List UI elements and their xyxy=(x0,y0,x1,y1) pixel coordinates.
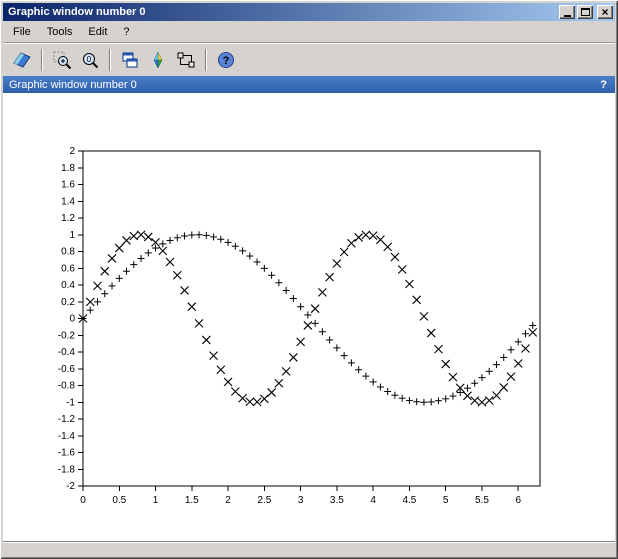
toolbar-separator xyxy=(205,49,207,71)
svg-text:-2: -2 xyxy=(66,481,75,492)
title-bar[interactable]: Graphic window number 0 × xyxy=(3,3,615,21)
infobar-title: Graphic window number 0 xyxy=(9,79,600,91)
infobar-help-button[interactable]: ? xyxy=(600,79,607,91)
toolbar-separator xyxy=(41,49,43,71)
window-title: Graphic window number 0 xyxy=(8,6,557,18)
help-icon: ? xyxy=(216,50,236,70)
svg-text:-1.4: -1.4 xyxy=(58,431,76,442)
svg-text:3: 3 xyxy=(298,495,304,506)
svg-text:0.4: 0.4 xyxy=(61,280,75,291)
svg-text:4: 4 xyxy=(370,495,376,506)
svg-text:1.5: 1.5 xyxy=(185,495,199,506)
svg-text:-0.2: -0.2 xyxy=(58,330,76,341)
svg-text:4.5: 4.5 xyxy=(402,495,416,506)
rotation-button[interactable] xyxy=(144,46,172,74)
maximize-button[interactable] xyxy=(577,5,593,19)
ged-button[interactable] xyxy=(172,46,200,74)
close-icon: × xyxy=(601,7,608,17)
svg-text:5: 5 xyxy=(443,495,449,506)
export-icon xyxy=(12,50,32,70)
menu-help[interactable]: ? xyxy=(115,23,137,41)
zoom-area-icon xyxy=(52,50,72,70)
zoom-area-button[interactable] xyxy=(48,46,76,74)
svg-text:0.5: 0.5 xyxy=(112,495,126,506)
menu-file[interactable]: File xyxy=(5,23,39,41)
graph-editor-icon xyxy=(176,50,196,70)
unzoom-button[interactable]: 0 xyxy=(76,46,104,74)
infobar: Graphic window number 0 ? xyxy=(3,76,615,93)
menu-tools[interactable]: Tools xyxy=(39,23,81,41)
svg-text:-0.6: -0.6 xyxy=(58,364,76,375)
svg-text:0: 0 xyxy=(69,314,75,325)
svg-text:-1: -1 xyxy=(66,397,75,408)
svg-text:0: 0 xyxy=(87,55,92,64)
svg-text:0: 0 xyxy=(80,495,86,506)
toolbar-separator xyxy=(109,49,111,71)
svg-text:2.5: 2.5 xyxy=(257,495,271,506)
original-view-icon xyxy=(120,50,140,70)
maximize-icon xyxy=(581,8,590,16)
minimize-button[interactable] xyxy=(559,5,575,19)
rotation-icon xyxy=(148,50,168,70)
plot-canvas: 2 1.8 1.6 1.4 1.2 1 0.8 0.6 0.4 0.2 0 -0.2 -0.4 -0.6 -… xyxy=(3,93,615,541)
menu-bar: File Tools Edit ? xyxy=(3,21,615,42)
svg-text:5.5: 5.5 xyxy=(475,495,489,506)
export-button[interactable] xyxy=(8,46,36,74)
svg-text:2: 2 xyxy=(225,495,231,506)
svg-text:6: 6 xyxy=(515,495,521,506)
toolbar: 0 xyxy=(3,42,615,76)
svg-text:1: 1 xyxy=(153,495,159,506)
original-view-button[interactable] xyxy=(116,46,144,74)
unzoom-icon: 0 xyxy=(80,50,100,70)
svg-text:1.2: 1.2 xyxy=(61,213,75,224)
svg-text:0.2: 0.2 xyxy=(61,297,75,308)
svg-text:3.5: 3.5 xyxy=(330,495,344,506)
svg-text:1.4: 1.4 xyxy=(61,196,75,207)
svg-text:-1.8: -1.8 xyxy=(58,464,76,475)
status-bar xyxy=(3,541,615,556)
svg-text:-0.8: -0.8 xyxy=(58,381,76,392)
svg-text:2: 2 xyxy=(69,146,75,157)
svg-text:-1.2: -1.2 xyxy=(58,414,76,425)
close-button[interactable]: × xyxy=(597,5,613,19)
chart: 2 1.8 1.6 1.4 1.2 1 0.8 0.6 0.4 0.2 0 -0.2 -0.4 -0.6 -… xyxy=(3,93,615,541)
help-button[interactable]: ? xyxy=(212,46,240,74)
menu-edit[interactable]: Edit xyxy=(80,23,115,41)
minimize-icon xyxy=(564,15,571,17)
svg-text:-0.4: -0.4 xyxy=(58,347,76,358)
svg-text:?: ? xyxy=(223,55,230,67)
svg-text:0.8: 0.8 xyxy=(61,247,75,258)
svg-text:0.6: 0.6 xyxy=(61,263,75,274)
svg-text:1.8: 1.8 xyxy=(61,163,75,174)
svg-text:1.6: 1.6 xyxy=(61,180,75,191)
graphic-window: Graphic window number 0 × File Tools Edi… xyxy=(0,0,618,559)
svg-text:1: 1 xyxy=(69,230,75,241)
svg-text:-1.6: -1.6 xyxy=(58,448,76,459)
